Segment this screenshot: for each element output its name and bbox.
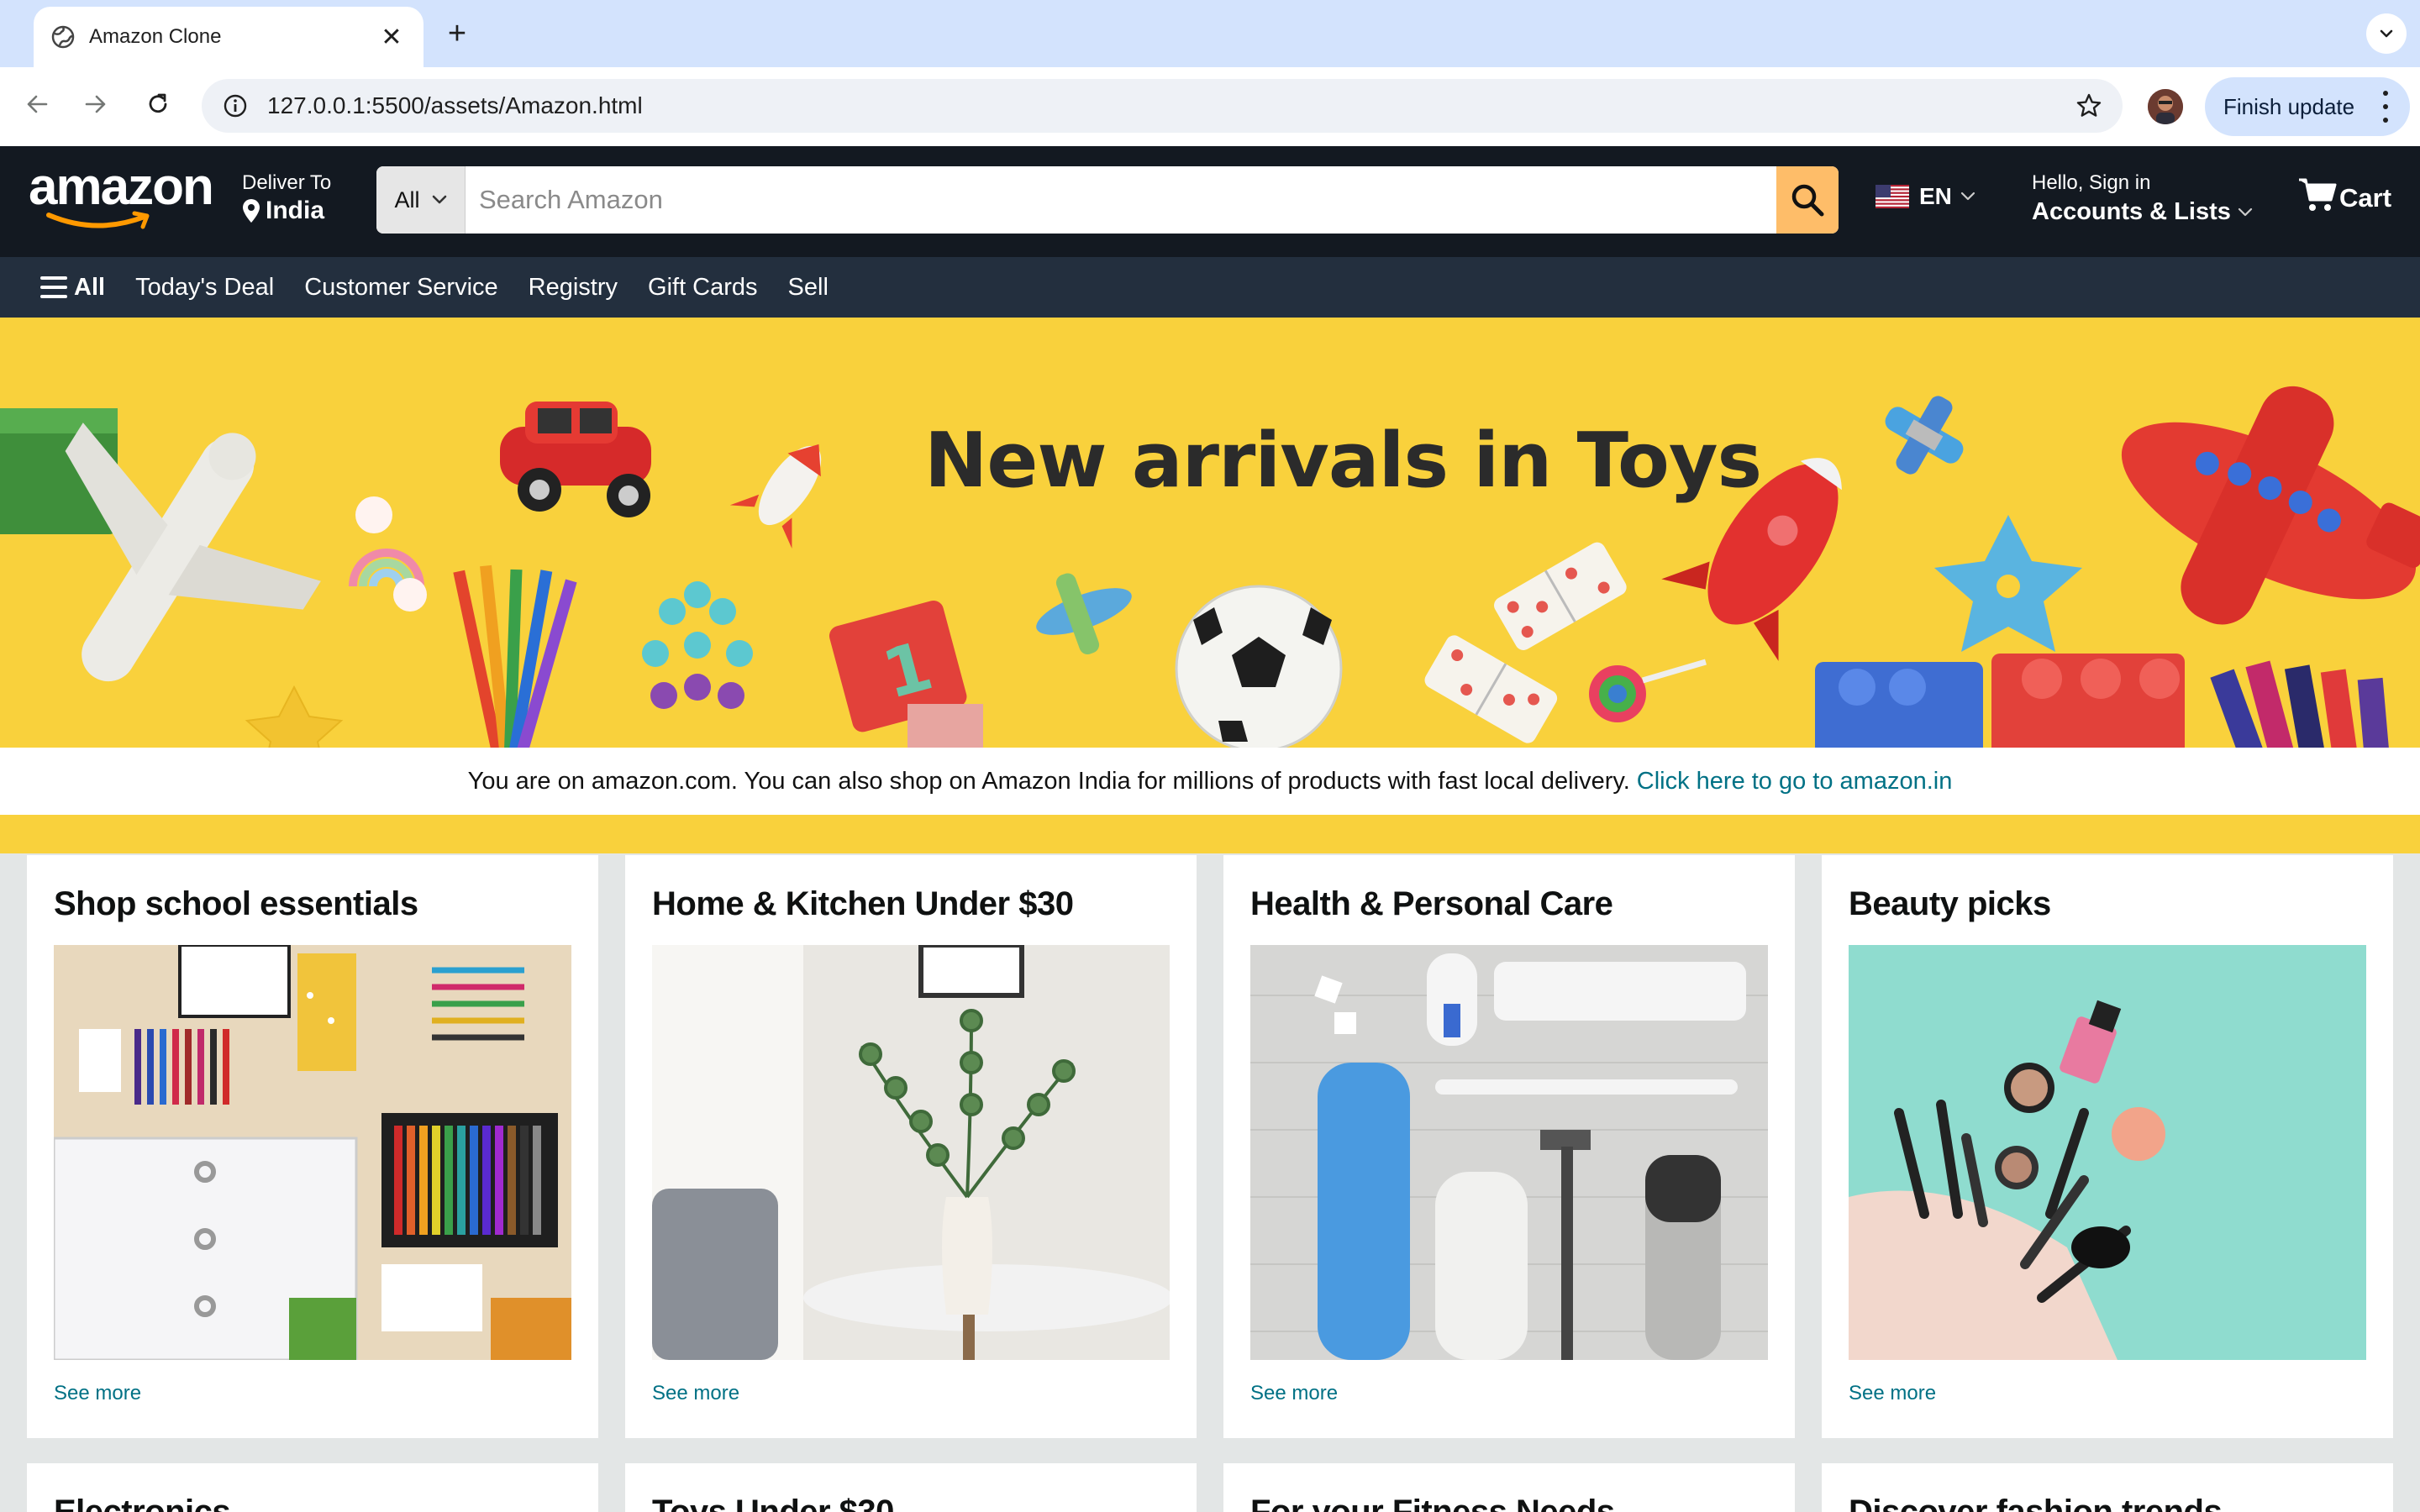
see-more-link[interactable]: See more bbox=[54, 1382, 571, 1405]
new-tab-button[interactable]: + bbox=[440, 15, 474, 52]
region-notice: You are on amazon.com. You can also shop… bbox=[0, 748, 2420, 815]
location-pin-icon bbox=[243, 199, 260, 223]
card-title: For your Fitness Needs bbox=[1250, 1494, 1615, 1512]
card-image[interactable] bbox=[1849, 945, 2366, 1360]
card-image[interactable] bbox=[1250, 945, 1768, 1360]
card-title: Shop school essentials bbox=[54, 885, 418, 922]
forward-button[interactable] bbox=[76, 84, 116, 124]
card-home-kitchen: Home & Kitchen Under $30 See more bbox=[625, 855, 1197, 1438]
reload-icon bbox=[149, 93, 167, 113]
search-input[interactable] bbox=[466, 166, 1776, 234]
card-image[interactable] bbox=[54, 945, 571, 1360]
arrow-right-icon bbox=[85, 95, 106, 113]
notice-text: You are on amazon.com. You can also shop… bbox=[467, 767, 1630, 795]
search-button[interactable] bbox=[1776, 166, 1839, 234]
language-selector[interactable]: EN bbox=[1876, 183, 1975, 210]
see-more-link[interactable]: See more bbox=[652, 1382, 1170, 1405]
hero-banner[interactable]: 1 New arrivals in Toys bbox=[0, 318, 2420, 748]
hamburger-icon bbox=[40, 276, 67, 298]
all-menu-button[interactable]: All bbox=[40, 274, 105, 302]
secondary-nav: All Today's Deal Customer Service Regist… bbox=[0, 257, 2420, 318]
card-title: Home & Kitchen Under $30 bbox=[652, 885, 1074, 922]
cart-icon bbox=[2299, 178, 2337, 211]
back-button[interactable] bbox=[17, 84, 57, 124]
card-title: Electronics bbox=[54, 1494, 231, 1512]
profile-avatar[interactable] bbox=[2148, 89, 2183, 124]
tab-title: Amazon Clone bbox=[89, 25, 222, 48]
card-health-personal-care: Health & Personal Care See more bbox=[1223, 855, 1795, 1438]
amazon-in-link[interactable]: Click here to go to amazon.in bbox=[1637, 768, 1953, 795]
chevron-down-icon bbox=[1960, 192, 1975, 201]
finish-update-label: Finish update bbox=[2223, 93, 2355, 119]
cart-button[interactable]: Cart bbox=[2297, 176, 2391, 213]
hero-bottom-band bbox=[0, 815, 2420, 853]
logo-text: amazon bbox=[29, 158, 214, 216]
card-title: Discover fashion trends bbox=[1849, 1494, 2223, 1512]
browser-tab-strip: Amazon Clone ✕ + bbox=[0, 0, 2420, 67]
tab-search-button[interactable] bbox=[2366, 13, 2407, 54]
reload-button[interactable] bbox=[138, 84, 178, 124]
bookmark-star-icon[interactable] bbox=[2072, 89, 2106, 123]
deliver-location: India bbox=[266, 197, 325, 224]
close-icon[interactable]: ✕ bbox=[376, 23, 407, 52]
site-header: amazon Deliver To India All EN Hello, Si… bbox=[0, 146, 2420, 257]
url-text[interactable]: 127.0.0.1:5500/assets/Amazon.html bbox=[267, 92, 2072, 119]
greeting-text: Hello, Sign in bbox=[2032, 171, 2151, 194]
deliver-to[interactable]: Deliver To India bbox=[242, 171, 331, 225]
card-fitness-needs: For your Fitness Needs bbox=[1223, 1463, 1795, 1512]
browser-tab[interactable]: Amazon Clone ✕ bbox=[34, 7, 424, 67]
chevron-down-icon bbox=[2380, 29, 2393, 38]
card-beauty-picks: Beauty picks See more bbox=[1822, 855, 2393, 1438]
card-fashion-trends: Discover fashion trends bbox=[1822, 1463, 2393, 1512]
card-title: Beauty picks bbox=[1849, 885, 2051, 922]
nav-customer-service[interactable]: Customer Service bbox=[304, 274, 497, 302]
account-menu[interactable]: Hello, Sign in Accounts & Lists bbox=[2032, 171, 2253, 226]
nav-sell[interactable]: Sell bbox=[788, 274, 829, 302]
search-icon bbox=[1791, 184, 1824, 217]
all-menu-label: All bbox=[74, 273, 106, 301]
nav-todays-deal[interactable]: Today's Deal bbox=[135, 274, 274, 302]
card-title: Toys Under $30 bbox=[652, 1494, 894, 1512]
browser-toolbar: 127.0.0.1:5500/assets/Amazon.html Finish… bbox=[0, 67, 2420, 146]
card-toys-under-30: Toys Under $30 bbox=[625, 1463, 1197, 1512]
cart-label: Cart bbox=[2339, 183, 2392, 213]
search-bar: All bbox=[376, 166, 1839, 234]
us-flag-icon bbox=[1876, 185, 1909, 208]
nav-registry[interactable]: Registry bbox=[529, 274, 618, 302]
arrow-left-icon bbox=[27, 95, 48, 113]
caret-down-icon bbox=[432, 195, 446, 204]
search-category-label: All bbox=[394, 186, 420, 213]
chevron-down-icon bbox=[2238, 207, 2252, 216]
smile-arrow-icon bbox=[46, 211, 150, 229]
kebab-menu-icon[interactable] bbox=[2383, 91, 2390, 123]
card-school-essentials: Shop school essentials See more bbox=[27, 855, 598, 1438]
deliver-label: Deliver To bbox=[242, 171, 332, 194]
card-electronics: Electronics bbox=[27, 1463, 598, 1512]
site-info-icon[interactable] bbox=[218, 89, 252, 123]
card-image[interactable] bbox=[652, 945, 1170, 1360]
search-category-select[interactable]: All bbox=[376, 166, 466, 234]
globe-icon bbox=[50, 24, 76, 50]
card-title: Health & Personal Care bbox=[1250, 885, 1613, 922]
address-bar[interactable]: 127.0.0.1:5500/assets/Amazon.html bbox=[202, 79, 2123, 133]
language-label: EN bbox=[1919, 183, 1952, 209]
see-more-link[interactable]: See more bbox=[1849, 1382, 2366, 1405]
toys-illustration: 1 bbox=[0, 386, 2420, 748]
accounts-lists-label: Accounts & Lists bbox=[2032, 198, 2231, 225]
finish-update-button[interactable]: Finish update bbox=[2205, 77, 2410, 136]
nav-gift-cards[interactable]: Gift Cards bbox=[648, 274, 758, 302]
see-more-link[interactable]: See more bbox=[1250, 1382, 1768, 1405]
hero-title: New arrivals in Toys bbox=[924, 417, 1762, 505]
amazon-logo[interactable]: amazon bbox=[29, 158, 214, 237]
